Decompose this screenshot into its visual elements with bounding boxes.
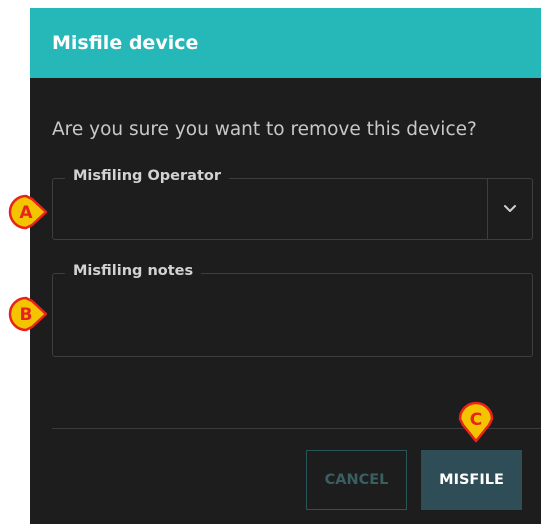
misfile-device-dialog: Misfile device Are you sure you want to …	[30, 8, 541, 524]
cancel-button[interactable]: CANCEL	[306, 450, 407, 510]
misfiling-operator-label: Misfiling Operator	[65, 168, 229, 184]
misfiling-notes-label: Misfiling notes	[65, 263, 202, 279]
callout-pointer-right-icon: A	[8, 194, 48, 230]
dialog-title: Misfile device	[52, 32, 199, 54]
misfiling-notes-field[interactable]: Misfiling notes	[52, 263, 533, 357]
callout-letter-b: B	[20, 305, 33, 325]
confirmation-question: Are you sure you want to remove this dev…	[52, 119, 477, 140]
dialog-header: Misfile device	[30, 8, 541, 78]
dropdown-toggle[interactable]	[488, 179, 532, 239]
misfile-button[interactable]: MISFILE	[421, 450, 522, 510]
chevron-down-icon	[504, 205, 516, 212]
callout-letter-c: C	[470, 410, 482, 430]
callout-pointer-down-icon: C	[458, 401, 494, 443]
callout-pointer-right-icon: B	[8, 296, 48, 332]
callout-marker-a: A	[8, 192, 48, 232]
callout-marker-c: C	[456, 401, 496, 443]
callout-letter-a: A	[19, 203, 33, 223]
misfiling-operator-select[interactable]: Misfiling Operator	[52, 168, 533, 240]
callout-marker-b: B	[8, 294, 48, 334]
